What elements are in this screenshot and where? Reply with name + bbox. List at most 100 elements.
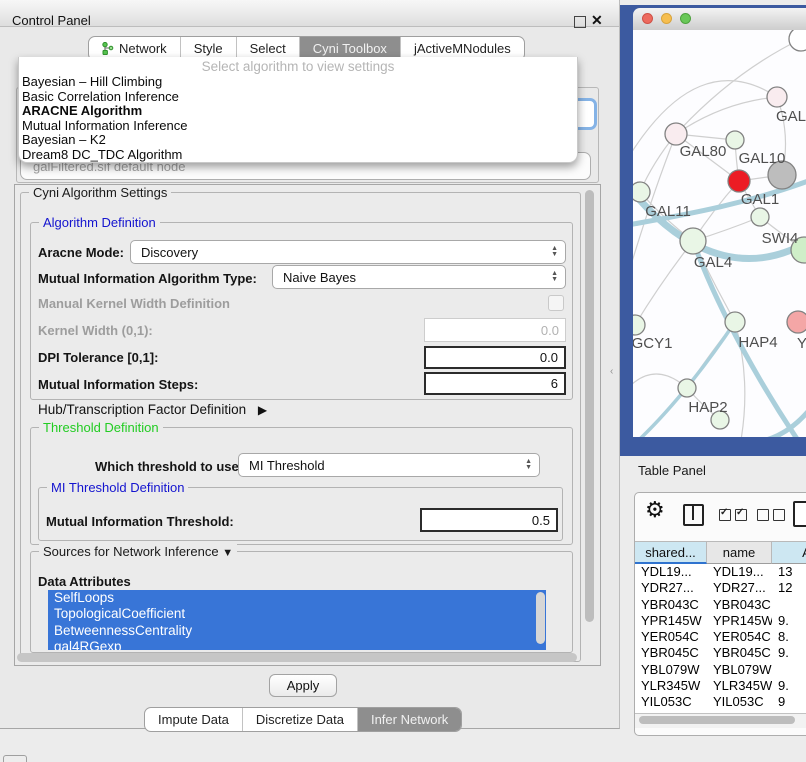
attribute-item[interactable]: SelfLoops [48, 590, 546, 606]
aracne-mode-value: Discovery [141, 245, 198, 260]
table-cell: YPR145W [635, 613, 707, 629]
network-node[interactable] [789, 30, 806, 51]
algorithm-option[interactable]: Dream8 DC_TDC Algorithm [19, 148, 577, 163]
network-edge[interactable] [635, 241, 693, 325]
control-panel-titlebar [0, 0, 619, 27]
network-node-gal10[interactable] [726, 131, 744, 149]
stepper-arrows-icon: ▲▼ [551, 271, 558, 283]
column-header-2[interactable]: name [707, 541, 772, 564]
table-cell: 9. [772, 678, 806, 694]
table-cell [772, 662, 806, 678]
table-cell: YER054C [635, 629, 707, 645]
float-window-icon[interactable] [574, 16, 586, 28]
table-row[interactable]: YBL079WYBL079W [635, 662, 806, 678]
collapse-down-icon: ▼ [222, 547, 233, 559]
mi-algorithm-type-combo[interactable]: Naive Bayes ▲▼ [272, 265, 566, 289]
table-cell: YBL079W [707, 662, 772, 678]
apply-button[interactable]: Apply [269, 674, 337, 697]
network-node-gcy1[interactable] [633, 315, 645, 335]
settings-horizontal-scrollbar[interactable] [17, 653, 577, 662]
network-graph: GALGAL80GAL10GAL1GAL11SWI4GAL4GCY1HAP4YH… [633, 30, 806, 437]
kernel-width-value: 0.0 [541, 323, 559, 338]
algorithm-definition-title: Algorithm Definition [39, 215, 160, 230]
screen: Control Panel ✕ NetworkStyleSelectCyni T… [0, 0, 806, 762]
node-label: GAL1 [741, 191, 779, 208]
node-label: HAP4 [738, 334, 777, 351]
network-node-gal4[interactable] [680, 228, 706, 254]
tab-infer-network[interactable]: Infer Network [357, 708, 461, 731]
network-view-canvas[interactable]: GALGAL80GAL10GAL1GAL11SWI4GAL4GCY1HAP4YH… [633, 30, 806, 437]
mi-threshold-group-title: MI Threshold Definition [47, 480, 188, 495]
network-edge[interactable] [676, 97, 777, 134]
mi-steps-value: 6 [551, 376, 558, 391]
table-row[interactable]: YBR043CYBR043C [635, 597, 806, 613]
which-threshold-combo[interactable]: MI Threshold ▲▼ [238, 453, 540, 477]
algorithm-option[interactable]: Bayesian – Hill Climbing [19, 75, 577, 90]
network-node-gal80[interactable] [665, 123, 687, 145]
table-row[interactable]: YDL19...YDL19...13 [635, 564, 806, 580]
panel-sash-icon[interactable]: ‹ [610, 366, 613, 377]
network-node-gal[interactable] [767, 87, 787, 107]
stepper-arrows-icon: ▲▼ [525, 459, 532, 471]
mi-algorithm-type-label: Mutual Information Algorithm Type: [38, 271, 257, 286]
table-cell: YER054C [707, 629, 772, 645]
algorithm-option[interactable]: ARACNE Algorithm [19, 104, 577, 119]
mi-threshold-field[interactable]: 0.5 [420, 508, 558, 532]
attribute-item[interactable]: TopologicalCoefficient [48, 606, 546, 622]
window-zoom-icon[interactable] [680, 13, 691, 24]
table-cell: YIL053C [707, 694, 772, 710]
network-node-gal11[interactable] [633, 182, 650, 202]
column-header-3[interactable]: A [772, 541, 806, 564]
table-row[interactable]: YIL053CYIL053C9 [635, 694, 806, 710]
select-all-columns-icon[interactable] [719, 509, 747, 521]
gear-icon[interactable]: ⚙ [645, 497, 665, 523]
network-node-swi4[interactable] [751, 208, 769, 226]
attribute-item[interactable]: gal4RGexp [48, 639, 546, 650]
table-row[interactable]: YPR145WYPR145W9. [635, 613, 806, 629]
table-row[interactable]: YER054CYER054C8. [635, 629, 806, 645]
aracne-mode-combo[interactable]: Discovery ▲▼ [130, 240, 566, 264]
algorithm-option[interactable]: Mutual Information Inference [19, 119, 577, 134]
dpi-tolerance-field[interactable]: 0.0 [424, 346, 566, 369]
network-window-titlebar [633, 8, 806, 31]
tab-impute-data[interactable]: Impute Data [145, 708, 242, 731]
mi-steps-label: Mutual Information Steps: [38, 377, 198, 392]
kernel-width-field[interactable]: 0.0 [424, 318, 566, 342]
sources-group-title[interactable]: Sources for Network Inference ▼ [39, 544, 237, 561]
table-horizontal-scrollbar[interactable] [639, 716, 795, 724]
attribute-item[interactable]: BetweennessCentrality [48, 623, 546, 639]
network-node-gal1[interactable] [728, 170, 750, 192]
network-node-y[interactable] [787, 311, 806, 333]
algorithm-option[interactable]: Basic Correlation Inference [19, 90, 577, 105]
minimized-panel-button[interactable] [3, 755, 27, 762]
data-attributes-list: SelfLoopsTopologicalCoefficientBetweenne… [48, 590, 546, 650]
deselect-all-columns-icon[interactable] [757, 509, 785, 521]
threshold-definition-title: Threshold Definition [39, 420, 163, 435]
dpi-tolerance-value: 0.0 [540, 350, 558, 365]
table-cell: YBR043C [635, 597, 707, 613]
close-icon[interactable]: ✕ [591, 11, 603, 29]
settings-vertical-scrollbar[interactable] [585, 190, 594, 622]
algorithm-option[interactable]: Bayesian – K2 [19, 133, 577, 148]
table-cell: 9. [772, 613, 806, 629]
which-threshold-label: Which threshold to use: [95, 459, 243, 474]
manual-kernel-width-checkbox[interactable] [548, 295, 564, 311]
table-row[interactable]: YBR045CYBR045C9. [635, 645, 806, 661]
new-table-icon[interactable] [793, 501, 806, 527]
hub-definition-toggle[interactable]: Hub/Transcription Factor Definition ▶ [38, 402, 267, 417]
column-header-1[interactable]: shared... [635, 541, 707, 564]
table-cell: YIL053C [635, 694, 707, 710]
table-row[interactable]: YLR345WYLR345W9. [635, 678, 806, 694]
window-close-icon[interactable] [642, 13, 653, 24]
network-node-hap4[interactable] [725, 312, 745, 332]
table-row[interactable]: YDR27...YDR27...12 [635, 580, 806, 596]
column-layout-icon[interactable] [683, 504, 704, 526]
window-minimize-icon[interactable] [661, 13, 672, 24]
tab-discretize-data[interactable]: Discretize Data [242, 708, 357, 731]
mi-steps-field[interactable]: 6 [424, 372, 566, 395]
control-panel-title: Control Panel [12, 9, 91, 33]
attributes-scrollbar[interactable] [536, 592, 545, 644]
node-label: HAP2 [688, 399, 727, 416]
mi-algorithm-type-value: Naive Bayes [283, 270, 356, 285]
network-node-hap2[interactable] [678, 379, 696, 397]
